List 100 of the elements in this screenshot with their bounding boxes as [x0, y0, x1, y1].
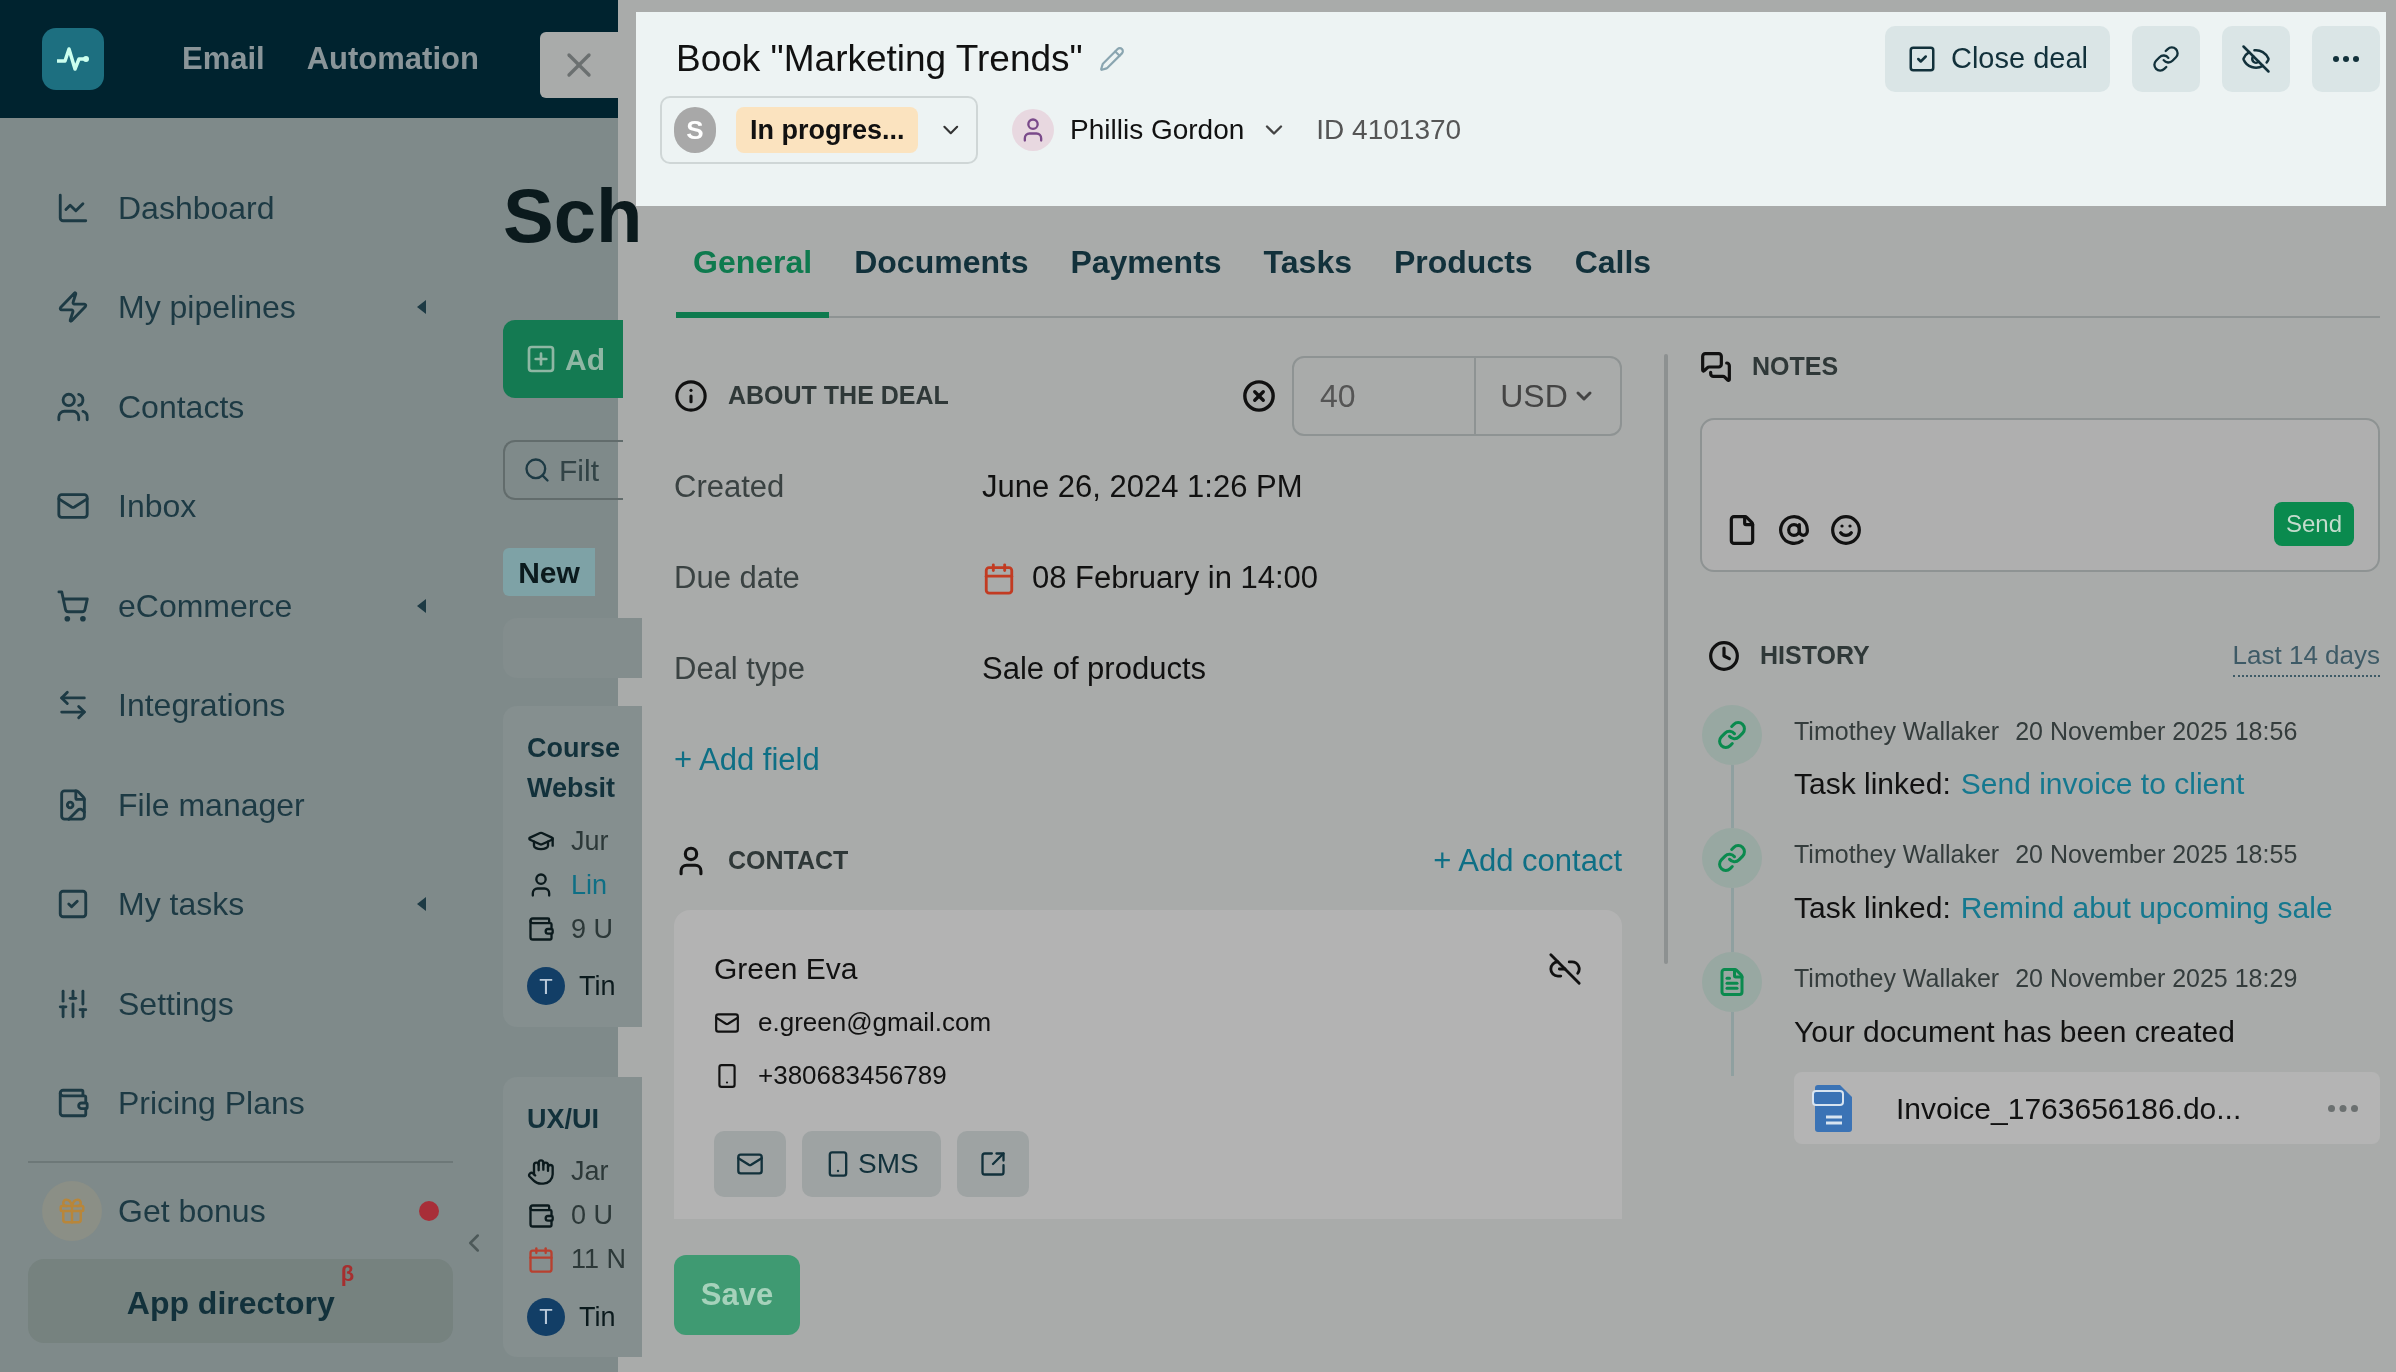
- sidebar-item[interactable]: File manager: [28, 755, 455, 855]
- field-value: June 26, 2024 1:26 PM: [982, 468, 1303, 507]
- cart-icon: [56, 588, 90, 623]
- sidebar-item[interactable]: Inbox: [28, 456, 455, 556]
- contact-name: Green Eva: [714, 951, 858, 987]
- task-link[interactable]: Send invoice to client: [1960, 762, 2245, 806]
- more-button[interactable]: [2312, 26, 2380, 92]
- owner-select[interactable]: Phillis Gordon: [1012, 109, 1289, 151]
- avatar: T: [527, 967, 565, 1006]
- wallet-icon: [527, 915, 555, 943]
- contact-phone: +380683456789: [758, 1059, 947, 1092]
- sidebar-item[interactable]: eCommerce: [28, 556, 455, 656]
- hide-button[interactable]: [2222, 26, 2290, 92]
- file-name: Invoice_1763656186.do...: [1896, 1090, 2242, 1127]
- plus-square-icon: [525, 343, 557, 375]
- nav-link[interactable]: Email: [182, 35, 265, 83]
- external-link-icon: [978, 1150, 1007, 1178]
- unlink-icon[interactable]: [1548, 951, 1582, 986]
- mention-icon[interactable]: [1778, 513, 1810, 546]
- history-author: Timothey Wallaker: [1794, 715, 2000, 747]
- task-link[interactable]: Remind abut upcoming sale: [1960, 885, 2333, 930]
- tab[interactable]: Products: [1376, 224, 1550, 318]
- field-label: Created: [674, 468, 786, 507]
- card-text: 9 U: [571, 912, 614, 946]
- owner-name: Phillis Gordon: [1070, 113, 1245, 147]
- more-icon: [2333, 56, 2359, 62]
- tab[interactable]: Payments: [1053, 224, 1239, 318]
- get-bonus-link[interactable]: Get bonus: [118, 1187, 419, 1235]
- sidebar-item[interactable]: Integrations: [28, 655, 455, 755]
- calendar-icon: [527, 1245, 555, 1274]
- history-author: Timothey Wallaker: [1794, 839, 2000, 870]
- period-filter[interactable]: Last 14 days: [2232, 635, 2380, 677]
- email-button[interactable]: [714, 1131, 786, 1197]
- column-badge: New: [503, 548, 595, 596]
- info-icon: [674, 379, 708, 413]
- add-button[interactable]: Ad: [503, 320, 623, 398]
- add-field-link[interactable]: + Add field: [674, 737, 1622, 784]
- emoji-icon[interactable]: [1830, 513, 1862, 546]
- history-text: Task linked:: [1794, 766, 1951, 802]
- history-author: Timothey Wallaker: [1794, 962, 2000, 994]
- link-icon: [2152, 45, 2180, 73]
- tab[interactable]: Tasks: [1246, 224, 1369, 318]
- deal-card[interactable]: Course Websit Jur Lin 9 U T Tin: [503, 706, 643, 1027]
- amount-field[interactable]: 40 USD: [1292, 356, 1622, 436]
- sidebar-item[interactable]: Contacts: [28, 357, 455, 457]
- open-external-button[interactable]: [956, 1131, 1029, 1197]
- contact-email: e.green@gmail.com: [758, 1006, 992, 1039]
- sidebar-item[interactable]: Settings: [28, 954, 455, 1054]
- card-text: Jur: [571, 824, 609, 858]
- file-attachment[interactable]: Invoice_1763656186.do...: [1794, 1072, 2380, 1144]
- nav-link[interactable]: Automation: [306, 35, 479, 83]
- tab[interactable]: Calls: [1557, 224, 1669, 318]
- card-text: Jar: [571, 1155, 609, 1189]
- hand-icon: [527, 1157, 555, 1186]
- deal-id: ID 4101370: [1316, 113, 1462, 147]
- card-text: 0 U: [571, 1199, 614, 1233]
- calendar-icon: [982, 561, 1016, 596]
- logo-icon[interactable]: [42, 28, 104, 90]
- notes-icon: [1700, 350, 1732, 383]
- assignee-name: Tin: [579, 1300, 616, 1334]
- history-date: 20 November 2025 18:55: [2015, 839, 2298, 870]
- status-label: In progres...: [735, 107, 919, 153]
- section-heading: NOTES: [1752, 351, 1839, 382]
- tab[interactable]: General: [676, 224, 830, 318]
- sidebar-item[interactable]: Dashboard: [28, 158, 455, 258]
- gift-glyph-icon: [57, 1196, 87, 1226]
- eye-off-icon: [2241, 44, 2271, 74]
- sidebar-item[interactable]: Pricing Plans: [28, 1053, 455, 1153]
- status-avatar: S: [674, 107, 716, 153]
- history-date: 20 November 2025 18:56: [2015, 715, 2298, 747]
- section-heading: CONTACT: [728, 845, 849, 876]
- status-select[interactable]: S In progres...: [660, 96, 978, 164]
- contact-link[interactable]: Lin: [571, 864, 608, 906]
- clear-icon[interactable]: [1242, 379, 1276, 413]
- avatar: T: [527, 1297, 565, 1336]
- history-date: 20 November 2025 18:29: [2015, 962, 2298, 994]
- assignee-name: Tin: [579, 970, 616, 1003]
- field-label: Due date: [674, 559, 801, 598]
- sms-button[interactable]: SMS: [802, 1131, 941, 1197]
- deal-title: Book "Marketing Trends": [676, 37, 1083, 82]
- history-text: Your document has been created: [1794, 1014, 2236, 1050]
- field-label: Deal type: [674, 650, 806, 689]
- add-contact-link[interactable]: + Add contact: [1433, 837, 1622, 884]
- send-button[interactable]: Send: [2273, 501, 2354, 546]
- card-text: 11 N: [571, 1243, 627, 1277]
- save-button[interactable]: Save: [674, 1255, 800, 1335]
- currency-select[interactable]: USD: [1474, 358, 1620, 434]
- sidebar-item[interactable]: My tasks: [28, 854, 455, 954]
- sidebar-item[interactable]: My pipelines: [28, 257, 455, 357]
- link-glyph-icon: [1717, 843, 1747, 873]
- close-deal-button[interactable]: Close deal: [1884, 26, 2110, 92]
- note-input[interactable]: Send: [1700, 417, 2380, 572]
- link-glyph-icon: [1717, 719, 1747, 750]
- deal-card[interactable]: UX/UI Jar 0 U 11 N T Tin: [503, 1076, 643, 1357]
- tab[interactable]: Documents: [837, 224, 1046, 318]
- section-heading: HISTORY: [1760, 640, 1870, 672]
- search-icon: [523, 456, 551, 484]
- section-heading: ABOUT THE DEAL: [728, 380, 949, 412]
- lightning-icon: [56, 290, 90, 325]
- link-button[interactable]: [2132, 26, 2200, 92]
